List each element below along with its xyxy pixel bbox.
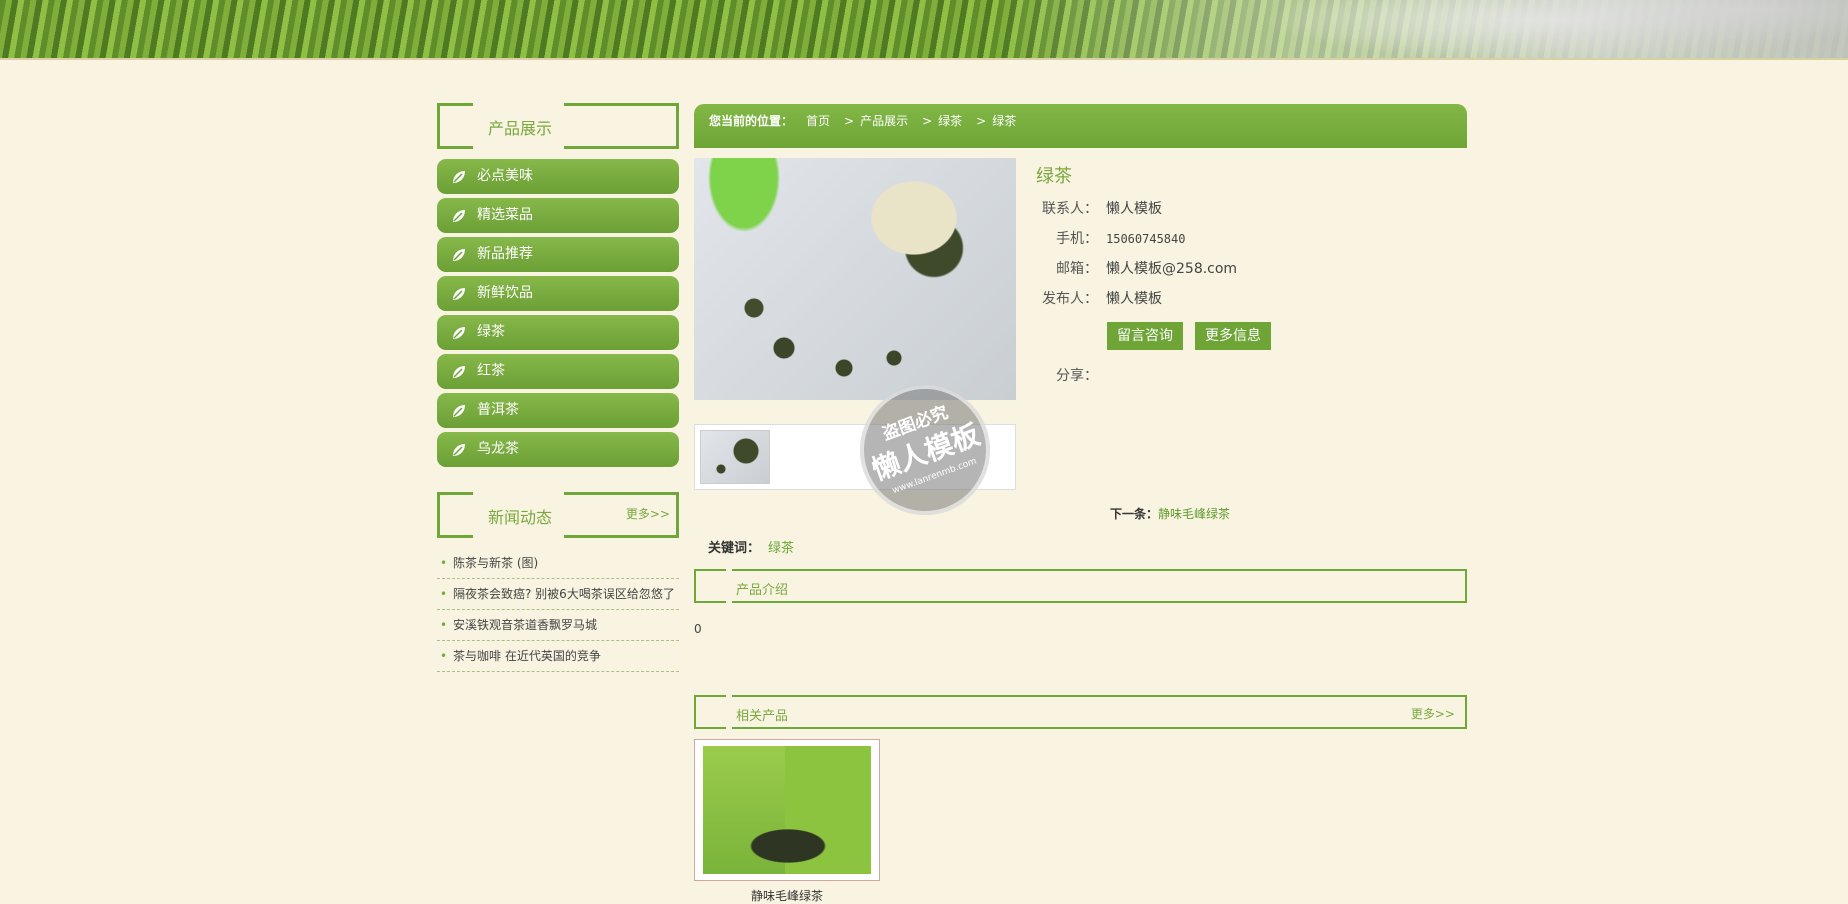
chevron-right-icon: >	[976, 114, 987, 128]
category-item[interactable]: 绿茶	[437, 315, 679, 350]
category-label: 新品推荐	[477, 246, 533, 262]
category-label: 精选菜品	[477, 207, 533, 223]
news-box-title: 新闻动态	[488, 508, 553, 527]
leaf-icon	[453, 405, 465, 417]
leaf-icon	[453, 210, 465, 222]
news-item[interactable]: • 安溪铁观音茶道香飘罗马城	[437, 610, 679, 641]
phone-label: 手机：	[1056, 231, 1098, 247]
related-product-name[interactable]: 静味毛峰绿茶	[694, 887, 880, 904]
breadcrumb-home[interactable]: 首页	[806, 114, 830, 128]
category-label: 绿茶	[477, 324, 505, 340]
bullet-icon: •	[440, 556, 448, 570]
bullet-icon: •	[440, 618, 448, 632]
chevron-right-icon: >	[922, 114, 933, 128]
bullet-icon: •	[440, 587, 448, 601]
leaf-icon	[453, 444, 465, 456]
news-box-header: 新闻动态 更多>>	[437, 492, 679, 538]
leaf-icon	[453, 327, 465, 339]
news-title: 茶与咖啡 在近代英国的竞争	[453, 649, 601, 663]
leaf-icon	[453, 249, 465, 261]
category-item[interactable]: 新鲜饮品	[437, 276, 679, 311]
category-label: 必点美味	[477, 168, 533, 184]
intro-body: 0	[694, 622, 702, 636]
product-main-image	[694, 158, 1016, 400]
next-item-nav: 下一条：静味毛峰绿茶	[1110, 505, 1230, 522]
related-product-card[interactable]	[694, 739, 880, 881]
news-item[interactable]: • 陈茶与新茶 (图)	[437, 548, 679, 579]
breadcrumb: 您当前的位置： 首页 > 产品展示 > 绿茶 > 绿茶	[694, 104, 1467, 148]
category-item[interactable]: 新品推荐	[437, 237, 679, 272]
product-title: 绿茶	[1036, 166, 1072, 187]
next-item-link[interactable]: 静味毛峰绿茶	[1158, 507, 1230, 521]
leaf-icon	[453, 171, 465, 183]
related-title: 相关产品	[736, 709, 789, 724]
category-list: 必点美味 精选菜品 新品推荐 新鲜饮品 绿茶 红茶 普洱茶 乌龙茶	[437, 159, 679, 471]
email-row: 邮箱： 懒人模板@258.com	[1036, 258, 1237, 278]
category-item[interactable]: 精选菜品	[437, 198, 679, 233]
share-row: 分享：	[1036, 365, 1106, 385]
publisher-value: 懒人模板	[1106, 291, 1162, 307]
contact-value: 懒人模板	[1106, 201, 1162, 217]
related-section-header: 相关产品 更多>>	[694, 695, 1467, 729]
category-item[interactable]: 必点美味	[437, 159, 679, 194]
news-more-link[interactable]: 更多>>	[626, 505, 670, 522]
news-list: • 陈茶与新茶 (图) • 隔夜茶会致癌? 别被6大喝茶误区给忽悠了 • 安溪铁观音茶…	[437, 548, 679, 672]
related-more-link[interactable]: 更多>>	[1411, 705, 1455, 722]
publisher-row: 发布人： 懒人模板	[1036, 288, 1162, 308]
contact-label: 联系人：	[1042, 201, 1098, 217]
phone-row: 手机： 15060745840	[1036, 228, 1185, 248]
category-label: 普洱茶	[477, 402, 519, 418]
related-product-image	[703, 746, 871, 874]
news-title: 安溪铁观音茶道香飘罗马城	[453, 618, 598, 632]
category-item[interactable]: 乌龙茶	[437, 432, 679, 467]
share-label: 分享：	[1056, 368, 1098, 384]
leaf-icon	[453, 366, 465, 378]
product-thumbnail[interactable]	[700, 430, 770, 484]
category-item[interactable]: 普洱茶	[437, 393, 679, 428]
publisher-label: 发布人：	[1042, 291, 1098, 307]
phone-value: 15060745840	[1106, 232, 1186, 246]
more-info-button[interactable]: 更多信息	[1195, 322, 1271, 350]
category-label: 乌龙茶	[477, 441, 519, 457]
news-title: 陈茶与新茶 (图)	[453, 556, 539, 570]
keywords-row: 关键词： 绿茶	[708, 537, 794, 556]
intro-section-header: 产品介绍	[694, 569, 1467, 603]
keywords-label: 关键词：	[708, 541, 761, 556]
category-label: 红茶	[477, 363, 505, 379]
next-label: 下一条：	[1110, 507, 1159, 521]
bullet-icon: •	[440, 649, 448, 663]
category-item[interactable]: 红茶	[437, 354, 679, 389]
news-item[interactable]: • 茶与咖啡 在近代英国的竞争	[437, 641, 679, 672]
breadcrumb-products[interactable]: 产品展示	[860, 114, 908, 128]
product-box-header: 产品展示	[437, 103, 679, 149]
category-label: 新鲜饮品	[477, 285, 533, 301]
news-title: 隔夜茶会致癌? 别被6大喝茶误区给忽悠了	[453, 587, 675, 601]
contact-row: 联系人： 懒人模板	[1036, 198, 1162, 218]
leaf-icon	[453, 288, 465, 300]
keyword-link[interactable]: 绿茶	[768, 541, 794, 556]
breadcrumb-category[interactable]: 绿茶	[938, 114, 962, 128]
message-button[interactable]: 留言咨询	[1107, 322, 1183, 350]
chevron-right-icon: >	[844, 114, 855, 128]
intro-title: 产品介绍	[736, 583, 789, 598]
product-box-title: 产品展示	[488, 119, 553, 138]
breadcrumb-label: 您当前的位置：	[709, 114, 794, 128]
banner-cloud-overlay	[1000, 0, 1848, 58]
email-value: 懒人模板@258.com	[1106, 261, 1238, 277]
email-label: 邮箱：	[1056, 261, 1098, 277]
breadcrumb-current[interactable]: 绿茶	[992, 114, 1016, 128]
news-item[interactable]: • 隔夜茶会致癌? 别被6大喝茶误区给忽悠了	[437, 579, 679, 610]
